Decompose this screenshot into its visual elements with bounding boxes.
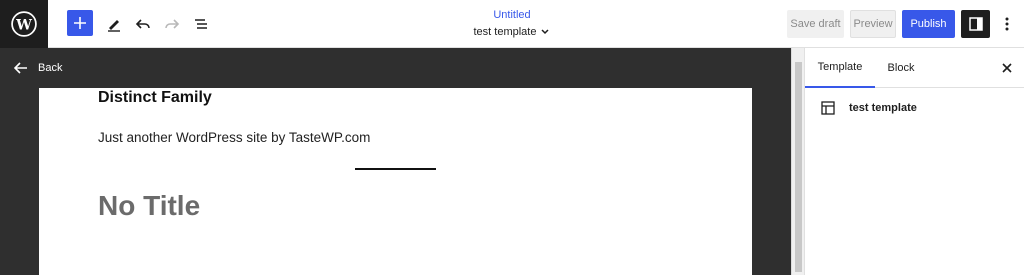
add-block-button[interactable] (67, 10, 93, 36)
more-vertical-icon (1005, 17, 1009, 31)
svg-text:W: W (15, 17, 32, 33)
chevron-down-icon (541, 29, 550, 35)
scrollbar-thumb[interactable] (795, 62, 802, 272)
site-title[interactable]: Distinct Family (98, 89, 212, 107)
post-title[interactable]: No Title (98, 190, 200, 222)
sidebar-tabs: Template Block (805, 48, 1024, 88)
undo-icon (135, 19, 150, 29)
close-sidebar-button[interactable] (999, 60, 1015, 76)
top-toolbar: W Untitled test template Save draft Prev… (0, 0, 1024, 48)
tab-block[interactable]: Block (883, 48, 919, 88)
undo-button[interactable] (129, 10, 157, 38)
arrow-left-icon (14, 62, 27, 74)
sidebar-toggle-icon (968, 17, 983, 31)
layout-icon (821, 101, 835, 115)
template-item[interactable]: test template (821, 101, 917, 115)
edit-tool-button[interactable] (100, 10, 128, 38)
list-view-icon (195, 19, 207, 29)
back-button[interactable]: Back (14, 62, 62, 74)
template-item-label: test template (849, 102, 917, 114)
site-tagline[interactable]: Just another WordPress site by TasteWP.c… (98, 130, 370, 145)
plus-icon (74, 17, 86, 29)
close-icon (1002, 63, 1012, 73)
tab-template[interactable]: Template (805, 48, 875, 88)
save-draft-button[interactable]: Save draft (787, 10, 844, 38)
back-label: Back (38, 62, 63, 74)
publish-button[interactable]: Publish (902, 10, 955, 38)
list-view-button[interactable] (187, 10, 215, 38)
template-page[interactable]: Distinct Family Just another WordPress s… (39, 88, 752, 275)
pencil-icon (108, 20, 120, 32)
editor-canvas: Back Distinct Family Just another WordPr… (0, 48, 791, 275)
redo-icon (165, 19, 180, 29)
redo-button[interactable] (158, 10, 186, 38)
separator[interactable] (355, 168, 436, 170)
settings-toggle-button[interactable] (961, 10, 990, 38)
canvas-scrollbar[interactable] (791, 48, 804, 275)
template-name: test template (473, 26, 537, 38)
wordpress-logo-icon: W (11, 11, 37, 37)
more-options-button[interactable] (997, 10, 1017, 38)
template-selector[interactable]: test template (474, 25, 551, 39)
preview-button[interactable]: Preview (850, 10, 896, 38)
wordpress-logo[interactable]: W (0, 0, 48, 48)
settings-sidebar: Template Block test template (804, 48, 1024, 275)
